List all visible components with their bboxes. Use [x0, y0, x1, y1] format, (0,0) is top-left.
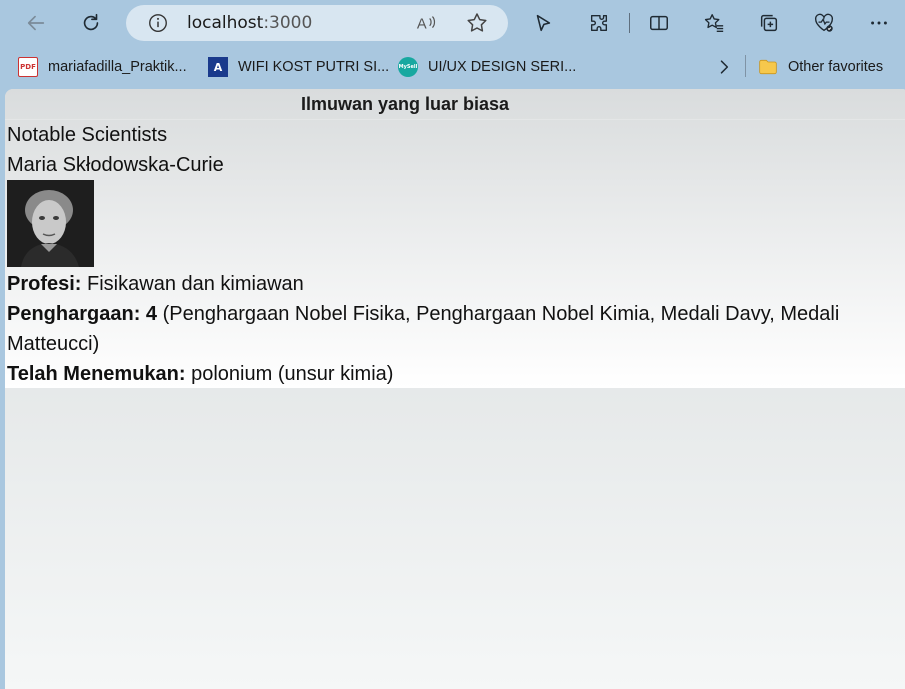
split-screen-icon[interactable] [643, 7, 675, 39]
svg-text:A: A [417, 17, 427, 33]
favorite-item-pdf[interactable]: PDF mariafadilla_Praktik... [18, 56, 187, 78]
awards-label: Penghargaan: 4 [7, 303, 158, 325]
profession-value: Fisikawan dan kimiawan [81, 273, 304, 295]
url-port: :3000 [263, 13, 313, 33]
refresh-icon[interactable] [75, 7, 107, 39]
extensions-icon[interactable] [583, 7, 615, 39]
url-text[interactable]: localhost:3000 [187, 12, 312, 34]
page-viewport: Ilmuwan yang luar biasa Notable Scientis… [5, 89, 905, 689]
profession-label: Profesi: [7, 273, 82, 295]
profession-row: Profesi: Fisikawan dan kimiawan [7, 269, 887, 299]
section-heading: Notable Scientists [7, 124, 168, 146]
discovery-label: Telah Menemukan: [7, 363, 186, 385]
favorite-label: UI/UX DESIGN SERI... [428, 59, 577, 75]
collections-icon[interactable] [753, 7, 785, 39]
toolbar-divider [629, 13, 630, 33]
favorites-bar: PDF mariafadilla_Praktik... A WIFI KOST … [0, 48, 905, 86]
discovery-value: polonium (unsur kimia) [185, 363, 394, 385]
a-logo-icon: A [208, 57, 228, 77]
info-icon[interactable] [147, 12, 169, 34]
more-menu-icon[interactable] [863, 7, 895, 39]
page-title: Ilmuwan yang luar biasa [300, 94, 510, 114]
mysell-icon: MySell [398, 57, 418, 77]
browser-essentials-icon[interactable] [808, 7, 840, 39]
scientist-details: Profesi: Fisikawan dan kimiawan Pengharg… [7, 269, 887, 389]
scientist-name: Maria Skłodowska-Curie [7, 154, 224, 176]
browser-toolbar: localhost:3000 A [0, 0, 905, 46]
favorites-icon[interactable] [698, 7, 730, 39]
app-container: Ilmuwan yang luar biasa Notable Scientis… [5, 89, 905, 388]
favorite-item-uiux[interactable]: MySell UI/UX DESIGN SERI... [398, 56, 576, 78]
favorite-star-icon[interactable] [465, 11, 489, 35]
scientist-portrait [7, 180, 94, 267]
back-arrow-icon[interactable] [20, 7, 52, 39]
other-favorites-label: Other favorites [788, 59, 884, 75]
discovery-row: Telah Menemukan: polonium (unsur kimia) [7, 359, 887, 389]
other-favorites[interactable]: Other favorites [758, 56, 883, 78]
favorite-label: WIFI KOST PUTRI SI... [238, 59, 390, 75]
favorites-divider [745, 55, 746, 77]
read-aloud-icon[interactable]: A [415, 12, 437, 34]
pdf-icon: PDF [18, 57, 38, 77]
favorite-label: mariafadilla_Praktik... [48, 59, 187, 75]
folder-icon [758, 57, 778, 77]
awards-row: Penghargaan: 4 (Penghargaan Nobel Fisika… [7, 299, 887, 359]
address-bar[interactable]: localhost:3000 A [126, 5, 508, 41]
favorite-item-wifi[interactable]: A WIFI KOST PUTRI SI... [208, 56, 389, 78]
url-host: localhost [187, 13, 264, 33]
cursor-icon[interactable] [527, 7, 559, 39]
chevron-right-icon[interactable] [714, 56, 734, 78]
